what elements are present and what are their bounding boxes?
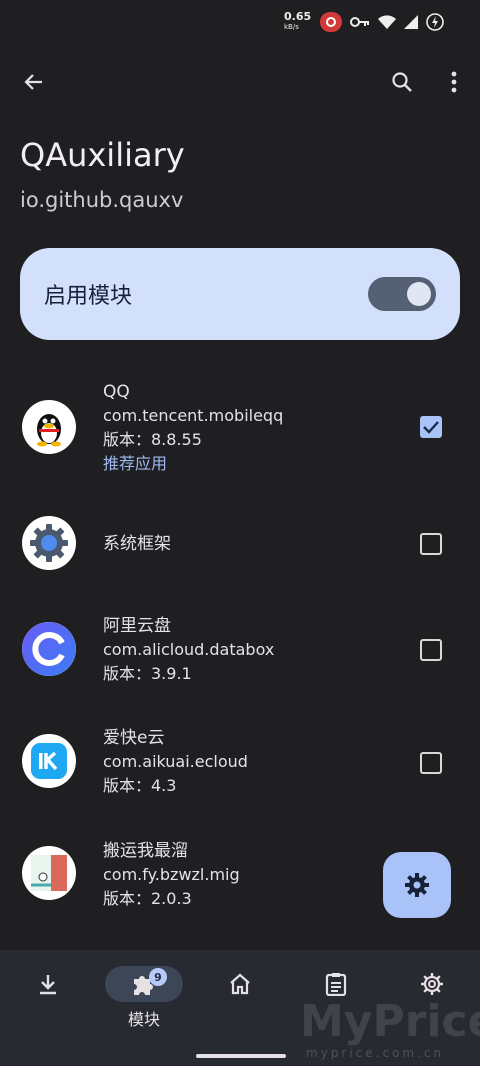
search-button[interactable] [380,60,424,104]
app-name: QQ [103,382,130,402]
settings-gear-icon [405,873,429,897]
modules-badge: 9 [149,968,167,986]
watermark-brand: MyPrice [300,996,480,1047]
check-icon [423,421,439,434]
android-system-gear-icon [22,516,76,570]
app-name: 爱快e云 [103,728,165,748]
enable-module-card[interactable]: 启用模块 [20,248,460,340]
app-checkbox-aliyun-drive[interactable] [420,639,442,661]
app-checkbox-system-framework[interactable] [420,533,442,555]
battery-saver-icon [426,13,444,31]
download-icon [40,975,56,995]
nav-home[interactable] [192,950,288,1050]
arrow-left-icon [24,74,42,90]
more-vert-icon [451,71,457,93]
app-package: com.tencent.mobileqq [103,406,284,425]
key-icon [350,17,369,27]
settings-icon [421,973,443,995]
qq-penguin-icon [22,400,76,454]
list-item-aliyun-drive[interactable]: 阿里云盘 com.alicloud.databox 版本：3.9.1 [0,614,480,694]
app-checkbox-qq[interactable] [420,416,442,438]
app-name: 搬运我最溜 [103,841,188,861]
enable-module-switch[interactable] [368,277,436,311]
list-item-system-framework[interactable]: 系统框架 [0,516,480,572]
more-options-button[interactable] [432,60,476,104]
network-speed: 0.65 kB/s [284,10,312,31]
signal-icon [404,15,418,29]
status-bar: 0.65 kB/s [0,0,480,42]
screen-record-icon [320,12,342,32]
list-item-qq[interactable]: QQ com.tencent.mobileqq 版本：8.8.55 推荐应用 [0,380,480,490]
home-icon [230,973,250,995]
watermark-site: myprice.com.cn [306,1046,445,1060]
back-button[interactable] [12,60,56,104]
nav-modules-label: 模块 [127,1010,160,1029]
app-package: com.aikuai.ecloud [103,752,248,771]
game-icon [22,846,76,900]
app-version: 版本：2.0.3 [103,889,192,908]
recommended-tag: 推荐应用 [103,454,168,473]
app-version: 版本：3.9.1 [103,664,192,683]
list-item-ikuai[interactable]: 爱快e云 com.aikuai.ecloud 版本：4.3 [0,726,480,806]
clipboard-icon [325,973,347,996]
app-name: 阿里云盘 [103,616,171,636]
settings-fab[interactable] [383,852,451,918]
gesture-bar[interactable] [196,1054,286,1058]
search-icon [392,72,412,92]
nav-modules[interactable]: 9 模块 [96,950,192,1050]
app-name: 系统框架 [103,534,171,554]
app-checkbox-ikuai[interactable] [420,752,442,774]
ikuai-icon [22,734,76,788]
enable-module-label: 启用模块 [44,284,133,309]
module-title: QAuxiliary [20,136,185,174]
app-package: com.alicloud.databox [103,640,275,659]
wifi-icon [378,15,396,29]
app-package: com.fy.bzwzl.mig [103,865,240,884]
nav-download[interactable] [0,950,96,1050]
app-version: 版本：8.8.55 [103,430,202,449]
app-version: 版本：4.3 [103,776,177,795]
aliyun-drive-icon [22,622,76,676]
module-package: io.github.qauxv [20,188,184,212]
top-app-bar [0,60,480,104]
